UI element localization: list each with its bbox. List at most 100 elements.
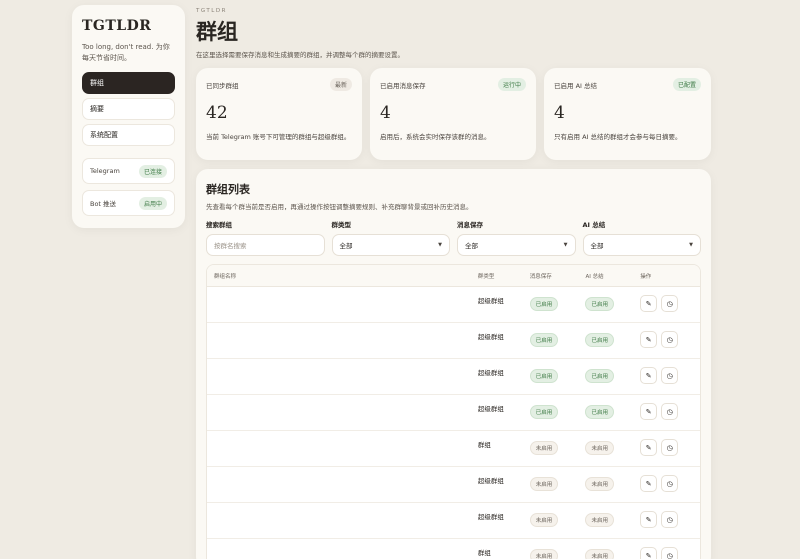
- stat-card-saving: 已启用消息保存 运行中 4 启用后，系统会实时保存该群的消息。: [370, 68, 536, 160]
- group-type: 超级群组: [477, 297, 504, 305]
- group-type: 超级群组: [477, 513, 504, 521]
- stat-badge: 已配置: [672, 78, 701, 91]
- edit-button[interactable]: ✎: [640, 367, 658, 384]
- history-icon: ◷: [666, 515, 673, 524]
- select-value: 全部: [590, 242, 604, 250]
- history-icon: ◷: [666, 551, 673, 559]
- nav-item-settings[interactable]: 系统配置: [82, 124, 175, 146]
- stat-value: 4: [554, 103, 565, 123]
- stat-description: 当前 Telegram 账号下可管理的群组与超级群组。: [206, 133, 351, 141]
- group-type: 群组: [477, 441, 491, 449]
- type-select[interactable]: 全部 ▼: [331, 234, 450, 256]
- table-row: 超级群组 已启用 已启用 ✎ ◷: [207, 287, 700, 323]
- save-status-badge: 已启用: [529, 405, 559, 419]
- history-button[interactable]: ◷: [661, 511, 679, 528]
- filter-type: 群类型 全部 ▼: [331, 219, 450, 256]
- panel-description: 先查看每个群当前是否启用，再通过操作按钮调整摘要规则、补充群聊背景或回补历史消息…: [206, 203, 473, 211]
- history-button[interactable]: ◷: [661, 475, 679, 492]
- ai-status-badge: 已启用: [585, 333, 614, 347]
- chevron-down-icon: ▼: [438, 242, 442, 248]
- edit-button[interactable]: ✎: [640, 331, 658, 348]
- save-status-badge: 未启用: [529, 513, 559, 527]
- edit-button[interactable]: ✎: [640, 511, 658, 528]
- stat-value: 42: [206, 103, 228, 123]
- ai-status-badge: 已启用: [585, 297, 614, 311]
- group-table: 群组名称 群类型 消息保存 AI 总结 操作 超级群组 已启用 已启用 ✎ ◷ 超级群组已…: [206, 264, 701, 559]
- edit-button[interactable]: ✎: [640, 295, 658, 312]
- ai-select[interactable]: 全部 ▼: [582, 234, 701, 256]
- stat-description: 只有启用 AI 总结的群组才会参与每日摘要。: [554, 133, 682, 141]
- bot-status-badge: 启用中: [138, 196, 167, 210]
- history-icon: ◷: [666, 299, 673, 308]
- chevron-down-icon: ▼: [689, 242, 693, 248]
- table-row: 超级群组 未启用 未启用 ✎ ◷: [207, 467, 700, 503]
- nav-item-summaries[interactable]: 摘要: [82, 98, 175, 120]
- table-row: 群组 未启用 未启用 ✎ ◷: [207, 539, 700, 559]
- save-select[interactable]: 全部 ▼: [457, 234, 576, 256]
- stat-description: 启用后，系统会实时保存该群的消息。: [380, 133, 491, 141]
- group-type: 群组: [477, 549, 491, 557]
- table-row: 群组 未启用 未启用 ✎ ◷: [207, 431, 700, 467]
- edit-button[interactable]: ✎: [640, 547, 658, 559]
- column-header-ai: AI 总结: [585, 273, 604, 280]
- history-button[interactable]: ◷: [661, 367, 679, 384]
- ai-status-badge: 未启用: [585, 549, 614, 559]
- nav-item-groups[interactable]: 群组: [82, 72, 175, 94]
- telegram-status: Telegram 已连接: [82, 158, 175, 184]
- stat-badge: 最新: [329, 78, 352, 91]
- group-type: 超级群组: [477, 405, 504, 413]
- group-list-panel: 群组列表 先查看每个群当前是否启用，再通过操作按钮调整摘要规则、补充群聊背景或回…: [196, 169, 711, 559]
- edit-button[interactable]: ✎: [640, 403, 658, 420]
- search-input[interactable]: 按群名搜索: [206, 234, 325, 256]
- ai-status-badge: 已启用: [585, 369, 614, 383]
- pencil-icon: ✎: [645, 299, 652, 308]
- filter-label: 群类型: [331, 221, 352, 229]
- history-button[interactable]: ◷: [661, 331, 679, 348]
- pencil-icon: ✎: [645, 407, 652, 416]
- bot-status-label: Bot 推送: [90, 200, 117, 208]
- table-row: 超级群组 未启用 未启用 ✎ ◷: [207, 503, 700, 539]
- tagline: Too long, don't read. 为你每天节省时间。: [82, 43, 170, 62]
- column-header-actions: 操作: [640, 273, 652, 280]
- filter-label: AI 总结: [582, 221, 606, 229]
- column-header-name: 群组名称: [214, 273, 237, 280]
- pencil-icon: ✎: [645, 371, 652, 380]
- telegram-status-badge: 已连接: [138, 164, 167, 178]
- group-type: 超级群组: [477, 369, 504, 377]
- table-header: 群组名称 群类型 消息保存 AI 总结 操作: [207, 265, 700, 287]
- filter-ai: AI 总结 全部 ▼: [582, 219, 701, 256]
- history-button[interactable]: ◷: [661, 403, 679, 420]
- save-status-badge: 未启用: [529, 441, 559, 455]
- pencil-icon: ✎: [645, 479, 652, 488]
- group-type: 超级群组: [477, 333, 504, 341]
- edit-button[interactable]: ✎: [640, 439, 658, 456]
- pencil-icon: ✎: [645, 515, 652, 524]
- save-status-badge: 已启用: [529, 297, 559, 311]
- pencil-icon: ✎: [645, 443, 652, 452]
- filter-label: 搜索群组: [206, 221, 232, 229]
- stat-value: 4: [380, 103, 391, 123]
- table-row: 超级群组 已启用 已启用 ✎ ◷: [207, 323, 700, 359]
- history-icon: ◷: [666, 335, 673, 344]
- history-icon: ◷: [666, 443, 673, 452]
- bot-status: Bot 推送 启用中: [82, 190, 175, 216]
- edit-button[interactable]: ✎: [640, 475, 658, 492]
- filter-save: 消息保存 全部 ▼: [457, 219, 576, 256]
- history-icon: ◷: [666, 407, 673, 416]
- column-header-save: 消息保存: [529, 273, 552, 280]
- page-description: 在这里选择需要保存消息和生成摘要的群组，并调整每个群的摘要设置。: [196, 51, 404, 59]
- history-button[interactable]: ◷: [661, 547, 679, 559]
- history-icon: ◷: [666, 479, 673, 488]
- save-status-badge: 已启用: [529, 369, 559, 383]
- ai-status-badge: 已启用: [585, 405, 614, 419]
- table-row: 超级群组 已启用 已启用 ✎ ◷: [207, 359, 700, 395]
- chevron-down-icon: ▼: [563, 242, 568, 248]
- history-button[interactable]: ◷: [661, 439, 679, 456]
- table-row: 超级群组 已启用 已启用 ✎ ◷: [207, 395, 700, 431]
- history-button[interactable]: ◷: [661, 295, 679, 312]
- save-status-badge: 已启用: [529, 333, 559, 347]
- page-title: 群组: [196, 19, 238, 44]
- select-value: 全部: [339, 242, 353, 250]
- stat-label: 已启用 AI 总结: [554, 81, 597, 90]
- ai-status-badge: 未启用: [585, 513, 614, 527]
